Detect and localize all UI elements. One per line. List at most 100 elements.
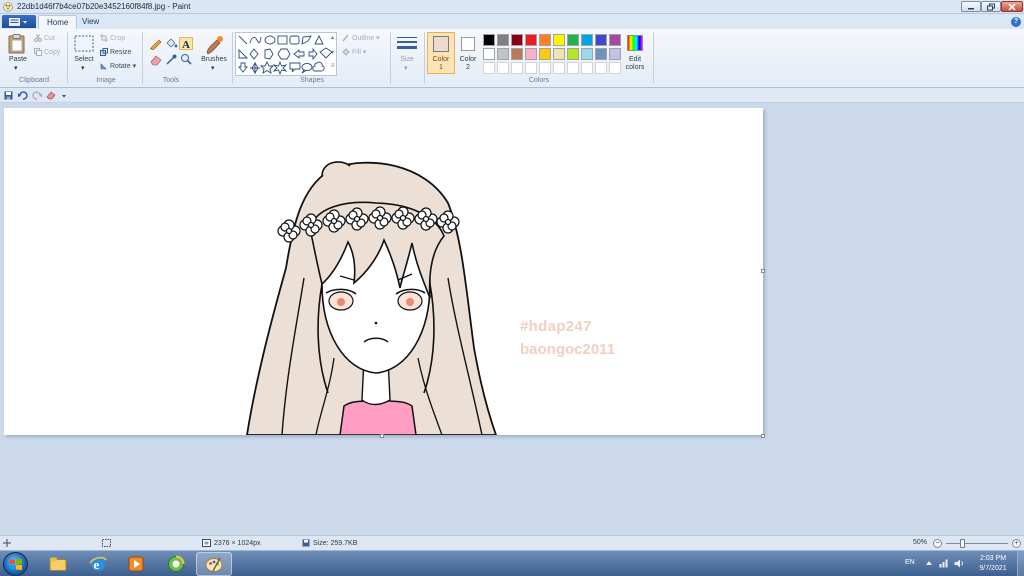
palette-swatch[interactable] [539,48,551,60]
minimize-button[interactable] [961,1,981,12]
palette-swatch[interactable] [539,62,551,74]
copy-button[interactable]: Copy [34,48,60,56]
fill-tool[interactable] [164,37,178,50]
color1-swatch[interactable] [433,36,449,52]
network-icon[interactable] [939,559,948,568]
edit-colors-icon[interactable] [627,35,643,51]
redo-icon[interactable] [32,91,42,100]
select-dropdown-icon[interactable]: ▾ [81,64,85,72]
undo-icon[interactable] [18,91,28,100]
eraser-tool[interactable] [149,53,163,66]
zoom-out-button[interactable]: − [933,539,942,548]
color2-button[interactable] [461,37,475,51]
palette-swatch[interactable] [483,48,495,60]
palette-swatch[interactable] [553,34,565,46]
taskbar-ie-button[interactable]: e [80,552,116,576]
outline-button[interactable]: Outline ▾ [342,34,380,42]
select-icon[interactable] [74,35,94,53]
cut-button[interactable]: Cut [34,34,55,42]
clock-time: 2:03 PM [979,555,1007,562]
tab-home[interactable]: Home [38,15,78,29]
palette-swatch[interactable] [511,34,523,46]
shapes-scroll-down-icon[interactable]: ▾ [331,49,334,56]
size-dropdown-icon[interactable]: ▾ [404,64,408,72]
palette-swatch[interactable] [581,62,593,74]
shapes-scroll-up-icon[interactable]: ▴ [331,34,334,41]
divider [232,32,233,84]
language-indicator[interactable]: EN [905,559,915,566]
tab-view[interactable]: View [74,15,107,29]
palette-swatch[interactable] [497,34,509,46]
select-button[interactable]: Select [74,56,94,63]
palette-swatch[interactable] [553,48,565,60]
palette-swatch[interactable] [497,48,509,60]
text-tool[interactable]: A [179,37,193,51]
close-button[interactable] [1001,1,1023,12]
palette-swatch[interactable] [525,34,537,46]
edit-colors-label: colors [625,64,645,71]
taskbar-media-button[interactable] [118,552,154,576]
canvas-resize-handle-corner[interactable] [761,434,765,438]
taskbar-explorer-button[interactable] [40,552,76,576]
palette-swatch[interactable] [609,48,621,60]
palette-swatch[interactable] [525,62,537,74]
help-icon[interactable]: ? [1011,17,1021,27]
paint-app-icon[interactable] [3,2,13,12]
customize-toolbar-icon[interactable] [61,91,67,100]
palette-swatch[interactable] [581,34,593,46]
ribbon: Paste ▾ Cut Copy Clipboard Select ▾ Crop… [0,29,1024,88]
paste-dropdown-icon[interactable]: ▾ [14,64,18,72]
zoom-slider-track[interactable] [946,543,1008,544]
color2-number: 2 [466,64,470,71]
shapes-gallery[interactable] [235,32,337,76]
paste-icon[interactable] [8,34,26,54]
palette-swatch[interactable] [483,62,495,74]
taskbar-browser-button[interactable] [158,552,194,576]
palette-swatch[interactable] [483,34,495,46]
brushes-icon[interactable] [203,34,225,56]
show-desktop-button[interactable] [1017,551,1024,576]
palette-swatch[interactable] [567,34,579,46]
zoom-slider-thumb[interactable] [960,539,965,548]
volume-icon[interactable] [954,559,964,568]
color-picker-tool[interactable] [164,53,178,66]
palette-swatch[interactable] [595,62,607,74]
palette-swatch[interactable] [581,48,593,60]
fill-button[interactable]: Fill ▾ [342,48,366,56]
magnifier-tool[interactable] [179,53,193,66]
palette-swatch[interactable] [497,62,509,74]
shapes-expand-icon[interactable]: ≡ [331,63,335,69]
palette-swatch[interactable] [511,62,523,74]
zoom-in-button[interactable]: + [1012,539,1021,548]
save-icon[interactable] [4,91,13,100]
pencil-tool[interactable] [149,37,163,51]
palette-swatch[interactable] [595,48,607,60]
taskbar-paint-button[interactable] [196,552,232,576]
windows-logo-icon [10,559,22,570]
palette-swatch[interactable] [609,62,621,74]
palette-swatch[interactable] [567,62,579,74]
palette-swatch[interactable] [609,34,621,46]
canvas-resize-handle-right[interactable] [761,269,765,273]
brushes-dropdown-icon[interactable]: ▾ [211,64,215,72]
size-button[interactable]: Size [396,56,418,63]
palette-swatch[interactable] [511,48,523,60]
rotate-button[interactable]: Rotate ▾ [100,62,136,70]
palette-swatch[interactable] [553,62,565,74]
palette-swatch[interactable] [539,34,551,46]
brushes-button[interactable]: Brushes [199,56,229,63]
edit-colors-button[interactable]: Edit [622,56,648,63]
drawing-canvas[interactable]: #hdap247 baongoc2011 [4,108,763,435]
canvas-resize-handle-bottom[interactable] [380,434,384,438]
start-button[interactable] [3,552,28,576]
palette-swatch[interactable] [595,34,607,46]
paint-menu-button[interactable] [2,15,36,28]
paste-button[interactable]: Paste [8,56,28,63]
restore-button[interactable] [981,1,1001,12]
palette-swatch[interactable] [525,48,537,60]
resize-button[interactable]: Resize [100,48,131,56]
show-hidden-icons-icon[interactable] [925,559,933,567]
crop-button[interactable]: Crop [100,34,125,42]
eraser-shortcut-icon[interactable] [46,91,56,100]
palette-swatch[interactable] [567,48,579,60]
